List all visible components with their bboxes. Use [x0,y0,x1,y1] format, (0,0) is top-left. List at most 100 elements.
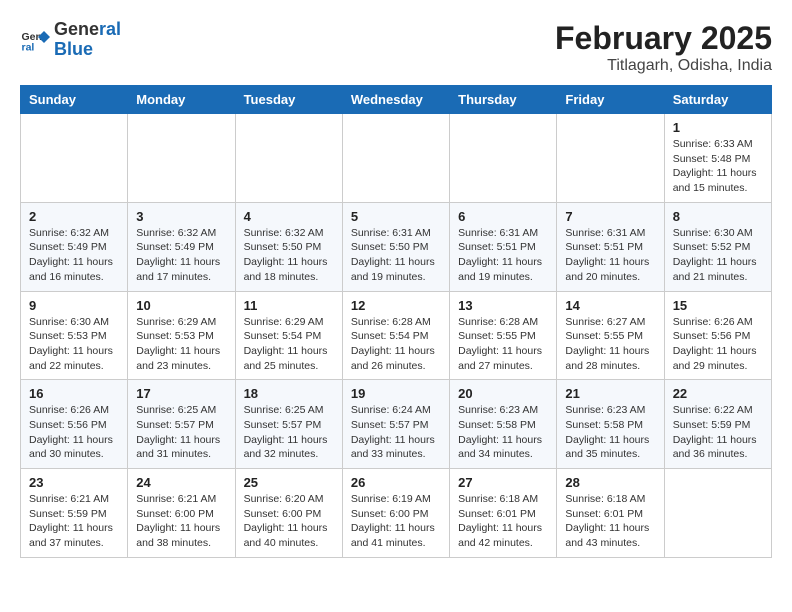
day-number: 6 [458,209,548,224]
day-number: 11 [244,298,334,313]
day-info: Sunrise: 6:26 AM Sunset: 5:56 PM Dayligh… [673,315,763,374]
logo-text: General Blue [54,20,121,60]
day-number: 12 [351,298,441,313]
calendar-cell: 4 Sunrise: 6:32 AM Sunset: 5:50 PM Daylig… [235,202,342,291]
calendar-cell: 6 Sunrise: 6:31 AM Sunset: 5:51 PM Daylig… [450,202,557,291]
calendar-cell: 12 Sunrise: 6:28 AM Sunset: 5:54 PM Dayli… [342,291,449,380]
day-info: Sunrise: 6:28 AM Sunset: 5:55 PM Dayligh… [458,315,548,374]
calendar-cell: 15Sunrise: 6:26 AM Sunset: 5:56 PM Dayli… [664,291,771,380]
calendar-cell: 22 Sunrise: 6:22 AM Sunset: 5:59 PM Dayli… [664,380,771,469]
day-number: 25 [244,475,334,490]
calendar-week-row: 23Sunrise: 6:21 AM Sunset: 5:59 PM Dayli… [21,469,772,558]
day-number: 8 [673,209,763,224]
calendar-cell: 2 Sunrise: 6:32 AM Sunset: 5:49 PM Daylig… [21,202,128,291]
day-number: 3 [136,209,226,224]
day-number: 17 [136,386,226,401]
calendar-cell: 21Sunrise: 6:23 AM Sunset: 5:58 PM Dayli… [557,380,664,469]
day-info: Sunrise: 6:31 AM Sunset: 5:51 PM Dayligh… [565,226,655,285]
day-info: Sunrise: 6:21 AM Sunset: 5:59 PM Dayligh… [29,492,119,551]
calendar-cell: 11 Sunrise: 6:29 AM Sunset: 5:54 PM Dayli… [235,291,342,380]
calendar-cell: 14 Sunrise: 6:27 AM Sunset: 5:55 PM Dayli… [557,291,664,380]
calendar-cell: 24Sunrise: 6:21 AM Sunset: 6:00 PM Dayli… [128,469,235,558]
calendar-cell: 16Sunrise: 6:26 AM Sunset: 5:56 PM Dayli… [21,380,128,469]
day-info: Sunrise: 6:28 AM Sunset: 5:54 PM Dayligh… [351,315,441,374]
calendar-cell [557,114,664,203]
svg-text:ral: ral [22,41,35,53]
calendar-cell [342,114,449,203]
day-info: Sunrise: 6:23 AM Sunset: 5:58 PM Dayligh… [565,403,655,462]
day-info: Sunrise: 6:32 AM Sunset: 5:49 PM Dayligh… [136,226,226,285]
day-info: Sunrise: 6:33 AM Sunset: 5:48 PM Dayligh… [673,137,763,196]
calendar-header-thursday: Thursday [450,86,557,114]
day-info: Sunrise: 6:30 AM Sunset: 5:52 PM Dayligh… [673,226,763,285]
day-info: Sunrise: 6:25 AM Sunset: 5:57 PM Dayligh… [244,403,334,462]
day-info: Sunrise: 6:21 AM Sunset: 6:00 PM Dayligh… [136,492,226,551]
calendar-header-sunday: Sunday [21,86,128,114]
day-info: Sunrise: 6:24 AM Sunset: 5:57 PM Dayligh… [351,403,441,462]
calendar-cell: 28 Sunrise: 6:18 AM Sunset: 6:01 PM Dayli… [557,469,664,558]
day-number: 7 [565,209,655,224]
calendar-cell [450,114,557,203]
title-block: February 2025 Titlagarh, Odisha, India [555,20,772,75]
calendar-cell: 5 Sunrise: 6:31 AM Sunset: 5:50 PM Daylig… [342,202,449,291]
calendar-cell: 17 Sunrise: 6:25 AM Sunset: 5:57 PM Dayli… [128,380,235,469]
calendar-header-wednesday: Wednesday [342,86,449,114]
day-number: 22 [673,386,763,401]
calendar-cell: 13 Sunrise: 6:28 AM Sunset: 5:55 PM Dayli… [450,291,557,380]
calendar-cell [128,114,235,203]
day-info: Sunrise: 6:30 AM Sunset: 5:53 PM Dayligh… [29,315,119,374]
day-number: 4 [244,209,334,224]
day-number: 9 [29,298,119,313]
calendar-cell: 26 Sunrise: 6:19 AM Sunset: 6:00 PM Dayli… [342,469,449,558]
day-info: Sunrise: 6:19 AM Sunset: 6:00 PM Dayligh… [351,492,441,551]
calendar-table: SundayMondayTuesdayWednesdayThursdayFrid… [20,85,772,558]
calendar-header-tuesday: Tuesday [235,86,342,114]
calendar-week-row: 1 Sunrise: 6:33 AM Sunset: 5:48 PM Daylig… [21,114,772,203]
calendar-cell: 10 Sunrise: 6:29 AM Sunset: 5:53 PM Dayli… [128,291,235,380]
calendar-cell: 7 Sunrise: 6:31 AM Sunset: 5:51 PM Daylig… [557,202,664,291]
month-title: February 2025 [555,20,772,57]
calendar-cell [235,114,342,203]
calendar-cell: 8 Sunrise: 6:30 AM Sunset: 5:52 PM Daylig… [664,202,771,291]
day-number: 28 [565,475,655,490]
day-number: 2 [29,209,119,224]
calendar-header-row: SundayMondayTuesdayWednesdayThursdayFrid… [21,86,772,114]
calendar-cell: 25 Sunrise: 6:20 AM Sunset: 6:00 PM Dayli… [235,469,342,558]
calendar-cell: 20Sunrise: 6:23 AM Sunset: 5:58 PM Dayli… [450,380,557,469]
day-info: Sunrise: 6:31 AM Sunset: 5:50 PM Dayligh… [351,226,441,285]
calendar-cell: 9 Sunrise: 6:30 AM Sunset: 5:53 PM Daylig… [21,291,128,380]
calendar-week-row: 2 Sunrise: 6:32 AM Sunset: 5:49 PM Daylig… [21,202,772,291]
calendar-cell: 1 Sunrise: 6:33 AM Sunset: 5:48 PM Daylig… [664,114,771,203]
calendar-cell: 23Sunrise: 6:21 AM Sunset: 5:59 PM Dayli… [21,469,128,558]
day-info: Sunrise: 6:29 AM Sunset: 5:53 PM Dayligh… [136,315,226,374]
page-header: Gene ral General Blue February 2025 Titl… [20,20,772,75]
day-number: 10 [136,298,226,313]
location-subtitle: Titlagarh, Odisha, India [555,57,772,75]
logo-blue-text: ral [99,19,121,39]
calendar-week-row: 9 Sunrise: 6:30 AM Sunset: 5:53 PM Daylig… [21,291,772,380]
day-info: Sunrise: 6:20 AM Sunset: 6:00 PM Dayligh… [244,492,334,551]
day-number: 18 [244,386,334,401]
day-info: Sunrise: 6:29 AM Sunset: 5:54 PM Dayligh… [244,315,334,374]
day-info: Sunrise: 6:22 AM Sunset: 5:59 PM Dayligh… [673,403,763,462]
day-info: Sunrise: 6:23 AM Sunset: 5:58 PM Dayligh… [458,403,548,462]
calendar-header-friday: Friday [557,86,664,114]
day-info: Sunrise: 6:25 AM Sunset: 5:57 PM Dayligh… [136,403,226,462]
calendar-cell: 19 Sunrise: 6:24 AM Sunset: 5:57 PM Dayli… [342,380,449,469]
day-info: Sunrise: 6:27 AM Sunset: 5:55 PM Dayligh… [565,315,655,374]
day-info: Sunrise: 6:32 AM Sunset: 5:50 PM Dayligh… [244,226,334,285]
day-number: 14 [565,298,655,313]
day-number: 5 [351,209,441,224]
day-number: 1 [673,120,763,135]
calendar-cell: 3 Sunrise: 6:32 AM Sunset: 5:49 PM Daylig… [128,202,235,291]
day-number: 16 [29,386,119,401]
logo-icon: Gene ral [20,25,50,55]
day-info: Sunrise: 6:32 AM Sunset: 5:49 PM Dayligh… [29,226,119,285]
day-number: 13 [458,298,548,313]
day-info: Sunrise: 6:18 AM Sunset: 6:01 PM Dayligh… [565,492,655,551]
day-number: 19 [351,386,441,401]
calendar-header-saturday: Saturday [664,86,771,114]
day-info: Sunrise: 6:31 AM Sunset: 5:51 PM Dayligh… [458,226,548,285]
calendar-cell: 27Sunrise: 6:18 AM Sunset: 6:01 PM Dayli… [450,469,557,558]
day-number: 26 [351,475,441,490]
